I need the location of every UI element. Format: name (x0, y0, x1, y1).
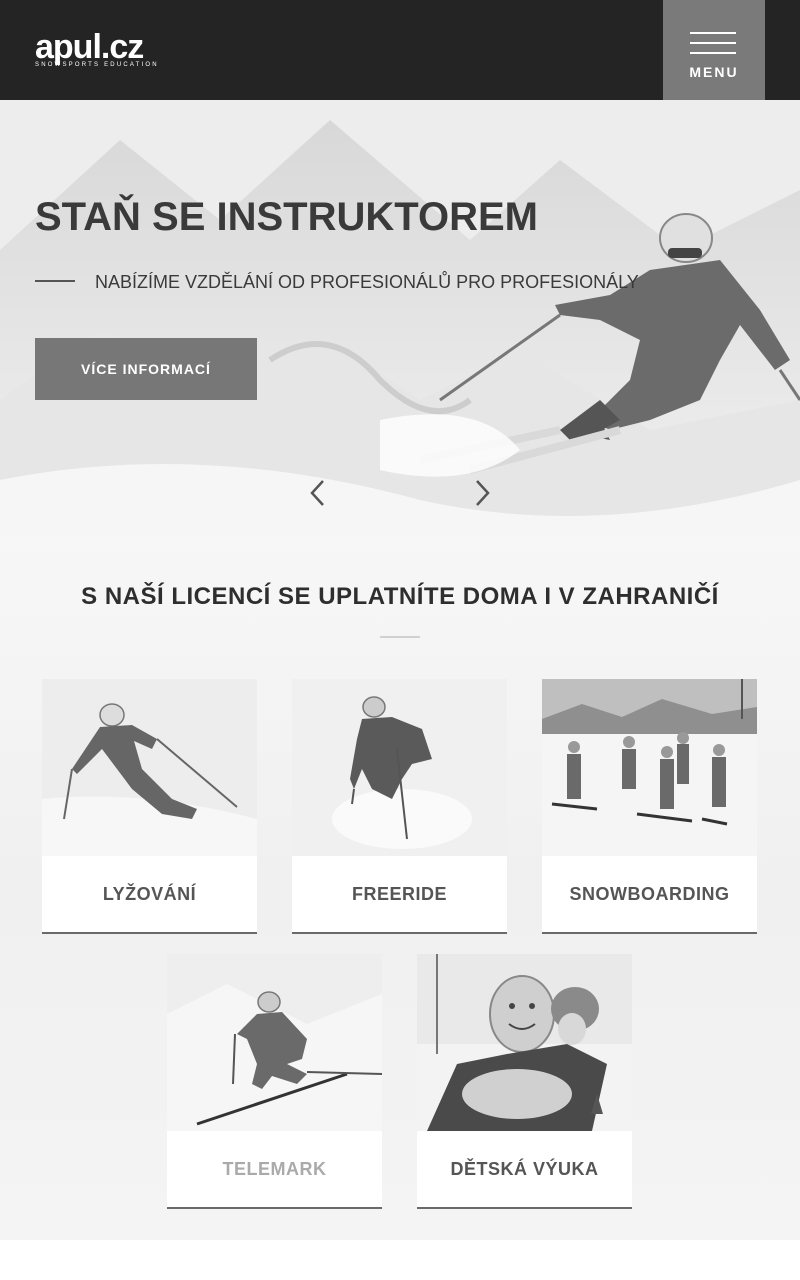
section-title: S NAŠÍ LICENCÍ SE UPLATNÍTE DOMA I V ZAH… (81, 583, 719, 610)
hero-slider: STAŇ SE INSTRUKTOREM NABÍZÍME VZDĚLÁNÍ O… (0, 100, 800, 535)
card-telemark[interactable]: TELEMARK (167, 954, 382, 1209)
chevron-left-icon[interactable] (306, 478, 330, 508)
footer-strip (0, 1240, 800, 1280)
card-label: SNOWBOARDING (569, 884, 730, 904)
card-detska-vyuka[interactable]: DĚTSKÁ VÝUKA (417, 954, 632, 1209)
card-label: TELEMARK (222, 1159, 327, 1179)
hero-subtitle: NABÍZÍME VZDĚLÁNÍ OD PROFESIONÁLŮ PRO PR… (95, 272, 639, 292)
hamburger-icon (690, 32, 736, 54)
telemark-image (167, 954, 382, 1131)
menu-button[interactable]: MENU (663, 0, 765, 100)
card-snowboarding[interactable]: SNOWBOARDING (542, 679, 757, 934)
hero-skier-image (0, 100, 800, 535)
logo[interactable]: apul.cz SNOWSPORTS EDUCATION (35, 30, 185, 70)
logo-text: apul.cz (35, 28, 144, 66)
skiing-image (42, 679, 257, 856)
snowboarding-image (542, 679, 757, 856)
site-header: apul.cz SNOWSPORTS EDUCATION MENU (0, 0, 800, 100)
section-divider (380, 636, 420, 638)
freeride-image (292, 679, 507, 856)
logo-tagline: SNOWSPORTS EDUCATION (35, 62, 159, 68)
hero-title: STAŇ SE INSTRUKTOREM (35, 195, 538, 239)
card-label: LYŽOVÁNÍ (102, 884, 197, 904)
card-lyzovani[interactable]: LYŽOVÁNÍ (42, 679, 257, 934)
menu-label: MENU (689, 64, 739, 80)
card-label: DĚTSKÁ VÝUKA (450, 1159, 599, 1179)
card-freeride[interactable]: FREERIDE (292, 679, 507, 934)
more-info-button[interactable]: VÍCE INFORMACÍ (35, 338, 257, 400)
license-section: S NAŠÍ LICENCÍ SE UPLATNÍTE DOMA I V ZAH… (0, 535, 800, 1240)
kids-lesson-image (417, 954, 632, 1131)
hero-divider (35, 280, 75, 282)
card-label: FREERIDE (351, 884, 447, 904)
chevron-right-icon[interactable] (470, 478, 494, 508)
